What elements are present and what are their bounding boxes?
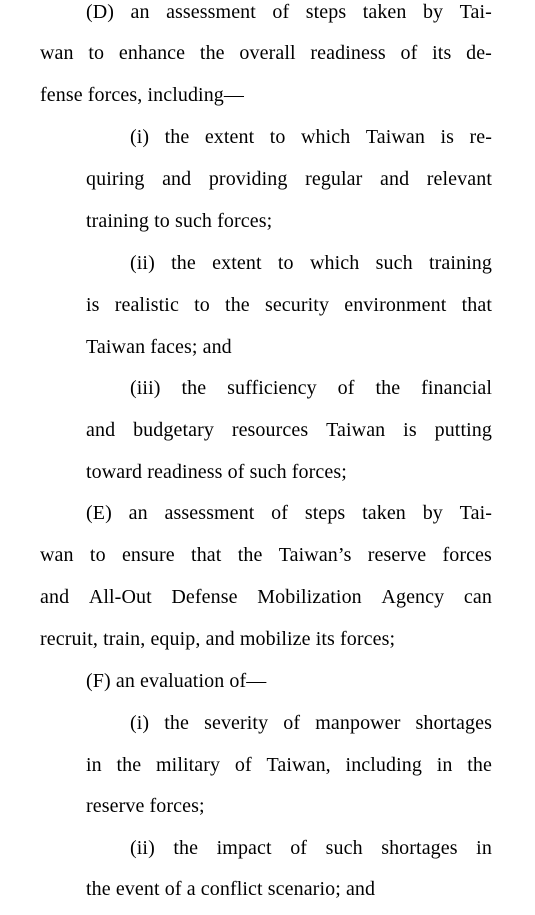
clause-d-ii-line-2: is realistic to the security environment that <box>86 294 492 316</box>
clause-d-ii-line-1: (ii) the extent to which such training <box>130 252 492 274</box>
paragraph-e-line-3: and All-Out Defense Mobilization Agency can <box>40 586 492 608</box>
clause-f-i-line-2: in the military of Taiwan, including in the <box>86 754 492 776</box>
paragraph-e-line-2: wan to ensure that the Taiwan’s reserve forces <box>40 544 492 566</box>
clause-f-ii-line-1: (ii) the impact of such shortages in <box>130 837 492 859</box>
clause-f-i-line-1: (i) the severity of manpower shortages <box>130 712 492 734</box>
clause-d-iii-line-3: toward readiness of such forces; <box>86 461 347 483</box>
paragraph-d-line-3: fense forces, including— <box>40 84 245 106</box>
paragraph-d-line-2: wan to enhance the overall readiness of its de- <box>40 42 492 64</box>
clause-d-i-line-1: (i) the extent to which Taiwan is re- <box>130 126 492 148</box>
paragraph-d-line-1: (D) an assessment of steps taken by Tai- <box>86 1 492 23</box>
document-page: (D) an assessment of steps taken by Tai- wan to e… <box>0 0 535 915</box>
paragraph-e-line-4: recruit, train, equip, and mobilize its … <box>40 628 396 650</box>
clause-d-i-line-2: quiring and providing regular and relevant <box>86 168 492 190</box>
clause-d-iii-line-1: (iii) the sufficiency of the financial <box>130 377 492 399</box>
clause-d-iii-line-2: and budgetary resources Taiwan is putting <box>86 419 492 441</box>
clause-d-i-line-3: training to such forces; <box>86 210 273 232</box>
paragraph-f-line-1: (F) an evaluation of— <box>86 670 267 692</box>
clause-d-ii-line-3: Taiwan faces; and <box>86 336 232 358</box>
clause-f-i-line-3: reserve forces; <box>86 795 205 817</box>
clause-f-ii-line-2: the event of a conflict scenario; and <box>86 878 376 900</box>
paragraph-e-line-1: (E) an assessment of steps taken by Tai- <box>86 502 492 524</box>
